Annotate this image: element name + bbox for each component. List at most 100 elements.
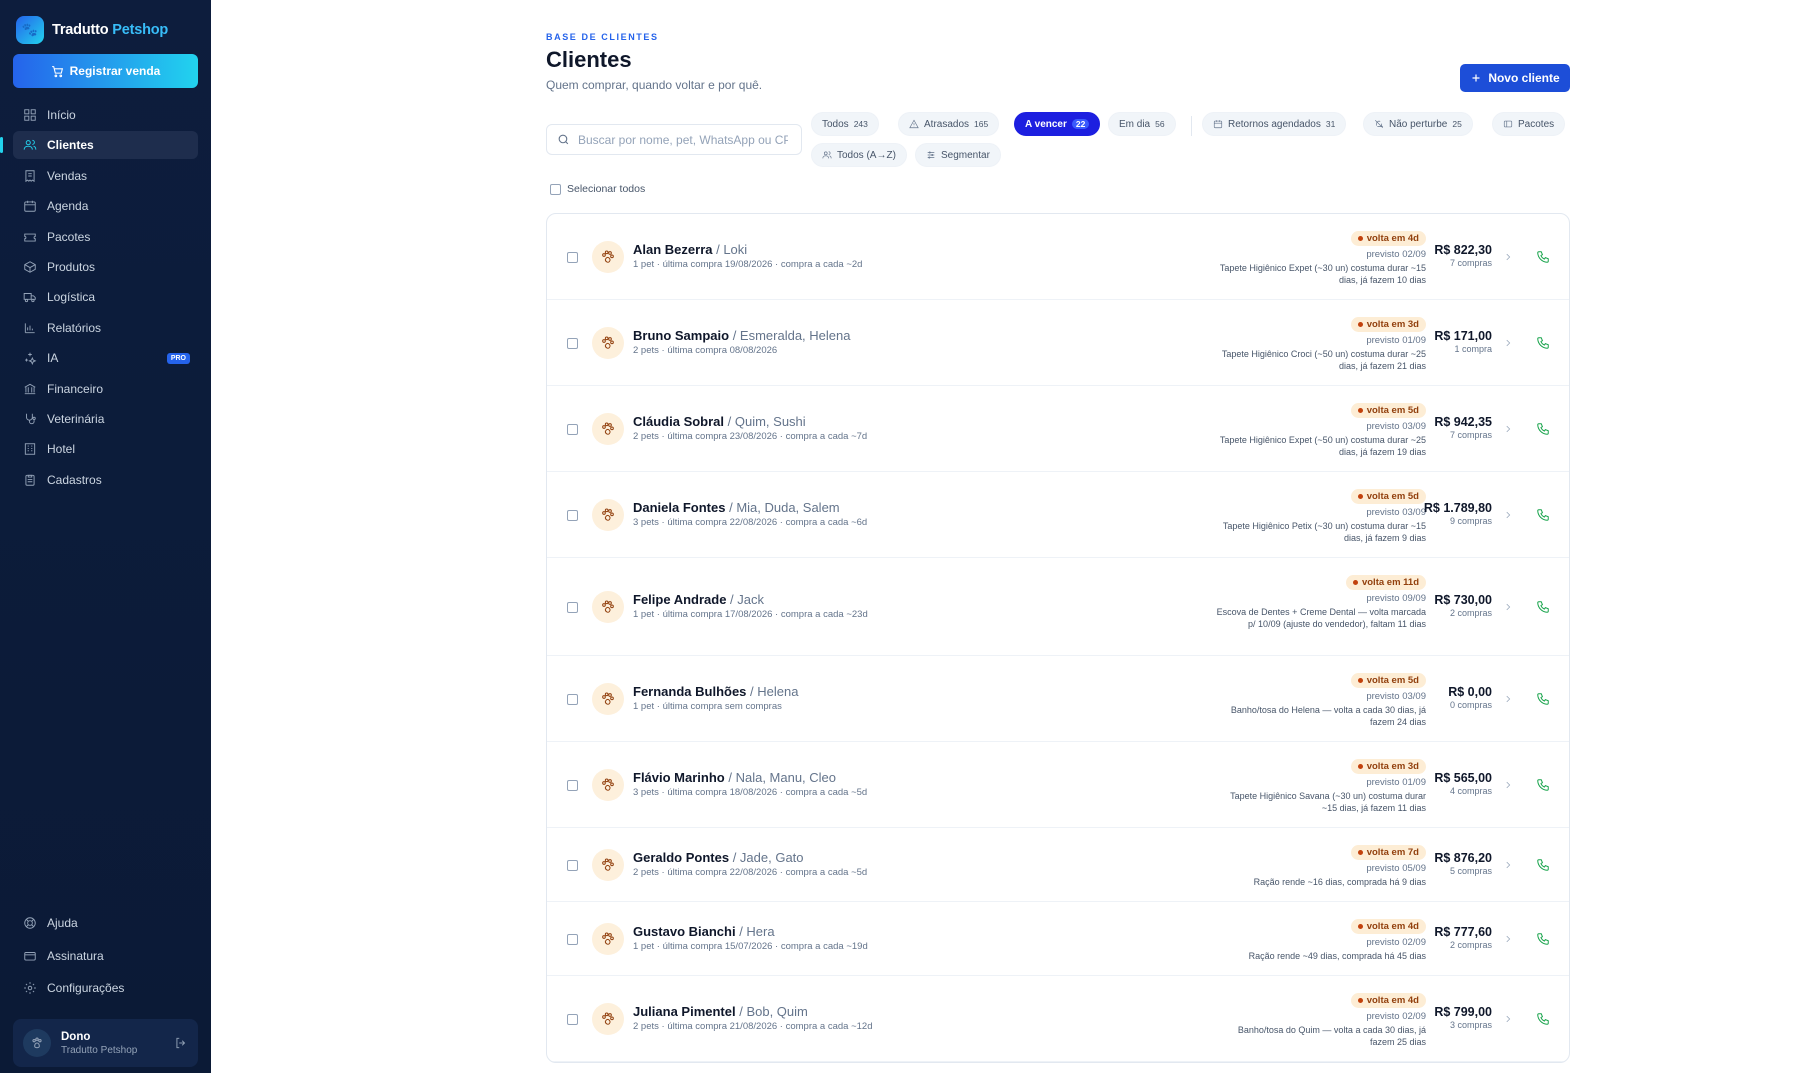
user-card[interactable]: Dono Tradutto Petshop (13, 1019, 198, 1067)
chevron-right-icon[interactable] (1503, 860, 1513, 870)
client-total: R$ 777,60 2 compras (1434, 925, 1492, 950)
sidebar-item-inicio[interactable]: Início (13, 101, 198, 129)
sidebar-item-pacotes[interactable]: Pacotes (13, 223, 198, 251)
client-name[interactable]: Cláudia Sobral / Quim, Sushi (633, 414, 806, 429)
client-name[interactable]: Bruno Sampaio / Esmeralda, Helena (633, 328, 850, 343)
client-name[interactable]: Felipe Andrade / Jack (633, 592, 764, 607)
client-row[interactable]: Fernanda Bulhões / Helena 1 pet · última … (547, 656, 1569, 742)
filter-chip-em-dia[interactable]: Em dia 56 (1108, 112, 1176, 136)
client-row[interactable]: Geraldo Pontes / Jade, Gato 2 pets · últi… (547, 828, 1569, 902)
client-row[interactable]: Cláudia Sobral / Quim, Sushi 2 pets · últ… (547, 386, 1569, 472)
purchase-count: 3 compras (1449, 1020, 1492, 1030)
pet-names: Esmeralda, Helena (739, 328, 851, 343)
client-name[interactable]: Geraldo Pontes / Jade, Gato (633, 850, 804, 865)
sidebar-item-configuracoes[interactable]: Configurações (13, 974, 198, 1002)
client-meta: 1 pet · última compra 15/07/2026 · compr… (633, 941, 868, 952)
pet-names: Hera (746, 924, 775, 939)
filter-divider (1191, 116, 1192, 136)
search-field[interactable] (546, 124, 802, 155)
phone-icon[interactable] (1536, 422, 1550, 436)
brand[interactable]: 🐾 Tradutto Petshop (16, 16, 168, 44)
row-checkbox[interactable] (567, 693, 578, 705)
sidebar-item-agenda[interactable]: Agenda (13, 192, 198, 220)
filter-chip-retornos-agendados[interactable]: Retornos agendados 31 (1202, 112, 1347, 136)
chevron-right-icon[interactable] (1503, 338, 1513, 348)
phone-icon[interactable] (1536, 778, 1550, 792)
chevron-right-icon[interactable] (1503, 252, 1513, 262)
user-name: Dono (61, 1030, 91, 1043)
client-row[interactable]: Daniela Fontes / Mia, Duda, Salem 3 pets … (547, 472, 1569, 558)
new-client-button[interactable]: Novo cliente (1460, 64, 1570, 92)
client-name[interactable]: Fernanda Bulhões / Helena (633, 684, 798, 699)
row-checkbox[interactable] (567, 859, 578, 871)
sidebar-item-clientes[interactable]: Clientes (0, 131, 198, 160)
client-row[interactable]: Juliana Pimentel / Bob, Quim 2 pets · últ… (547, 976, 1569, 1062)
purchase-count: 5 compras (1449, 866, 1492, 876)
sidebar-item-cadastros[interactable]: Cadastros (13, 466, 198, 494)
filter-chip-atrasados[interactable]: Atrasados 165 (898, 112, 1000, 136)
phone-icon[interactable] (1536, 250, 1550, 264)
sliders-icon (927, 151, 935, 159)
sidebar-item-ajuda[interactable]: Ajuda (13, 909, 198, 937)
chevron-right-icon[interactable] (1503, 510, 1513, 520)
sidebar-item-hotel[interactable]: Hotel (13, 435, 198, 463)
client-name[interactable]: Flávio Marinho / Nala, Manu, Cleo (633, 770, 836, 785)
phone-icon[interactable] (1536, 692, 1550, 706)
search-input[interactable] (578, 132, 788, 147)
client-name[interactable]: Juliana Pimentel / Bob, Quim (633, 1004, 808, 1019)
logout-icon[interactable] (174, 1036, 188, 1050)
client-name[interactable]: Gustavo Bianchi / Hera (633, 924, 775, 939)
pet-avatar (592, 682, 624, 715)
row-checkbox[interactable] (567, 1013, 578, 1025)
client-row[interactable]: Flávio Marinho / Nala, Manu, Cleo 3 pets … (547, 742, 1569, 828)
chevron-right-icon[interactable] (1503, 780, 1513, 790)
client-row[interactable]: Felipe Andrade / Jack 1 pet · última comp… (547, 558, 1569, 656)
phone-icon[interactable] (1536, 336, 1550, 350)
client-row[interactable]: Gustavo Bianchi / Hera 1 pet · última com… (547, 902, 1569, 976)
chevron-right-icon[interactable] (1503, 934, 1513, 944)
chevron-right-icon[interactable] (1503, 602, 1513, 612)
select-all[interactable]: Selecionar todos (550, 183, 645, 195)
phone-icon[interactable] (1536, 600, 1550, 614)
sidebar-item-logistica[interactable]: Logística (13, 283, 198, 311)
plus-icon (1472, 74, 1480, 82)
sidebar-item-label: Relatórios (47, 320, 102, 335)
sidebar-item-produtos[interactable]: Produtos (13, 253, 198, 281)
sidebar-item-vendas[interactable]: Vendas (13, 162, 198, 190)
row-checkbox[interactable] (567, 337, 578, 349)
filter-chip-todos[interactable]: Todos 243 (811, 112, 879, 136)
filter-chip-segmentar[interactable]: Segmentar (915, 143, 1001, 167)
register-sale-button[interactable]: Registrar venda (13, 54, 198, 88)
sidebar-item-relatorios[interactable]: Relatórios (13, 314, 198, 342)
phone-icon[interactable] (1536, 508, 1550, 522)
expected-date: previsto 01/09 (1366, 334, 1426, 346)
row-checkbox[interactable] (567, 251, 578, 263)
row-checkbox[interactable] (567, 509, 578, 521)
page-title: Clientes (546, 47, 632, 72)
sidebar-item-ia[interactable]: IA PRO (13, 344, 198, 372)
row-checkbox[interactable] (567, 779, 578, 791)
phone-icon[interactable] (1536, 858, 1550, 872)
chevron-right-icon[interactable] (1503, 1014, 1513, 1024)
select-all-checkbox[interactable] (550, 183, 561, 195)
phone-icon[interactable] (1536, 932, 1550, 946)
chevron-right-icon[interactable] (1503, 424, 1513, 434)
row-checkbox[interactable] (567, 601, 578, 613)
sidebar-item-veterinaria[interactable]: Veterinária (13, 405, 198, 433)
filter-chip-todos-a-z[interactable]: Todos (A→Z) (811, 143, 907, 167)
filter-chip-nao-perturbe[interactable]: Não perturbe 25 (1363, 112, 1473, 136)
filter-chip-a-vencer[interactable]: A vencer 22 (1014, 112, 1101, 136)
sidebar-item-label: Configurações (47, 981, 125, 995)
client-row[interactable]: Alan Bezerra / Loki 1 pet · última compra… (547, 214, 1569, 300)
row-checkbox[interactable] (567, 933, 578, 945)
chevron-right-icon[interactable] (1503, 694, 1513, 704)
purchase-count: 9 compras (1449, 516, 1492, 526)
client-name[interactable]: Daniela Fontes / Mia, Duda, Salem (633, 500, 840, 515)
client-row[interactable]: Bruno Sampaio / Esmeralda, Helena 2 pets … (547, 300, 1569, 386)
row-checkbox[interactable] (567, 423, 578, 435)
client-name[interactable]: Alan Bezerra / Loki (633, 242, 747, 257)
filter-chip-pacotes[interactable]: Pacotes (1492, 112, 1566, 136)
phone-icon[interactable] (1536, 1012, 1550, 1026)
sidebar-item-assinatura[interactable]: Assinatura (13, 942, 198, 970)
sidebar-item-financeiro[interactable]: Financeiro (13, 375, 198, 403)
